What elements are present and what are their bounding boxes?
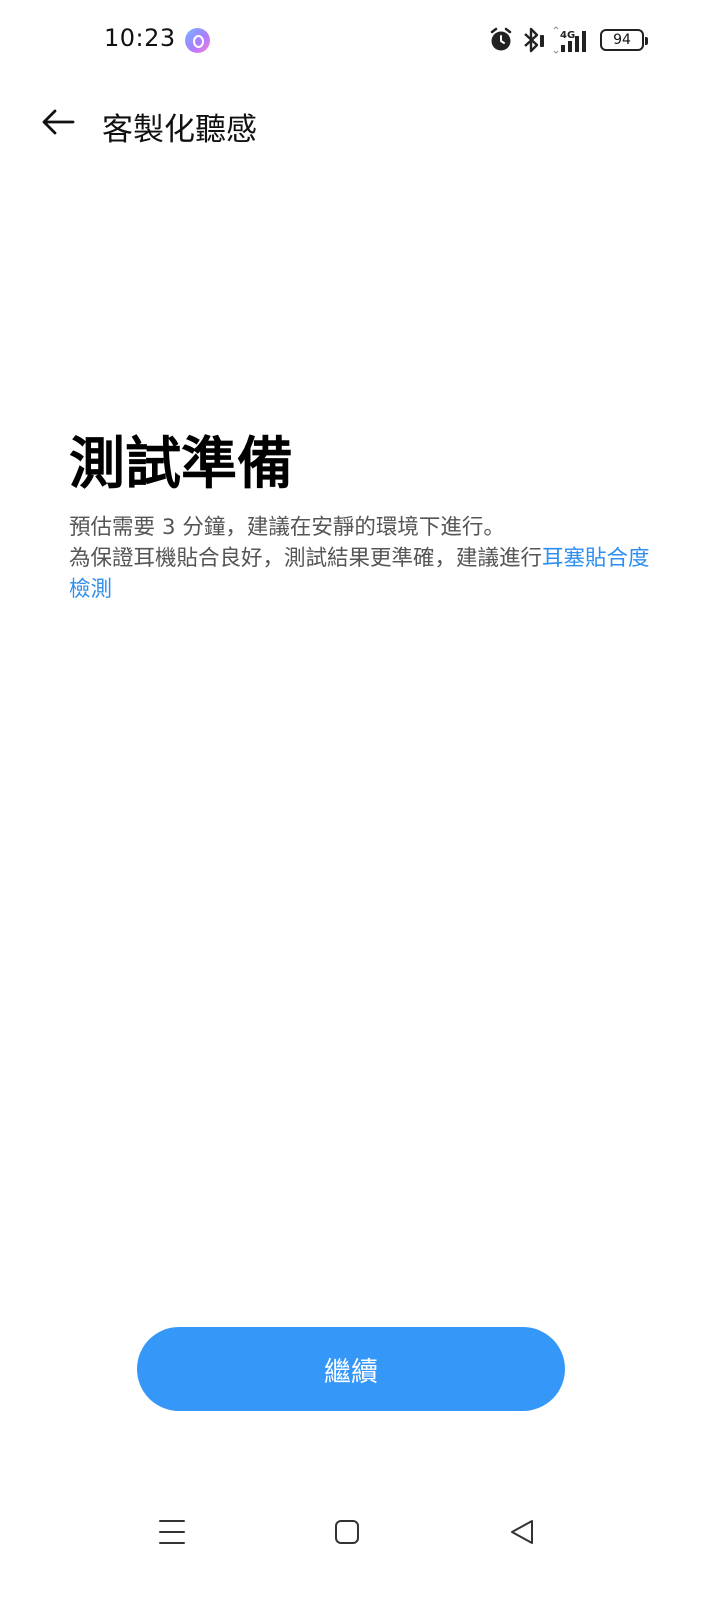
arrow-left-icon: [42, 109, 75, 135]
battery-icon: 94: [600, 29, 648, 51]
app-indicator-icon: [185, 28, 210, 53]
menu-icon: [159, 1520, 185, 1544]
description-line-1: 預估需要 3 分鐘，建議在安靜的環境下進行。: [69, 515, 505, 540]
page-title: 客製化聽感: [102, 112, 257, 148]
home-icon: [335, 1520, 359, 1544]
nav-back-button[interactable]: [498, 1508, 546, 1556]
alarm-icon: [490, 27, 512, 51]
test-prep-section: 測試準備 預估需要 3 分鐘，建議在安靜的環境下進行。 為保證耳機貼合良好，測試…: [69, 432, 659, 605]
network-type: 4G: [560, 30, 575, 41]
description-line-2: 為保證耳機貼合良好，測試結果更準確，建議進行耳塞貼合度檢測: [69, 543, 659, 605]
bluetooth-icon: [524, 27, 544, 53]
section-description: 預估需要 3 分鐘，建議在安靜的環境下進行。 為保證耳機貼合良好，測試結果更準確…: [69, 512, 659, 605]
signal-icon: 4G: [553, 26, 586, 54]
continue-button[interactable]: 繼續: [137, 1327, 565, 1411]
nav-home-button[interactable]: [323, 1508, 371, 1556]
back-button[interactable]: [36, 102, 80, 142]
nav-menu-button[interactable]: [148, 1508, 196, 1556]
section-heading: 測試準備: [69, 432, 293, 497]
status-bar: 10:23 4G 94: [0, 0, 720, 80]
description-line-2-text: 為保證耳機貼合良好，測試結果更準確，建議進行: [69, 546, 543, 571]
battery-level: 94: [613, 32, 631, 48]
status-icons: 4G 94: [488, 26, 648, 54]
status-time: 10:23: [104, 24, 176, 52]
app-bar: 客製化聽感: [0, 90, 720, 154]
system-nav-bar: [0, 1500, 720, 1560]
back-triangle-icon: [511, 1520, 533, 1544]
